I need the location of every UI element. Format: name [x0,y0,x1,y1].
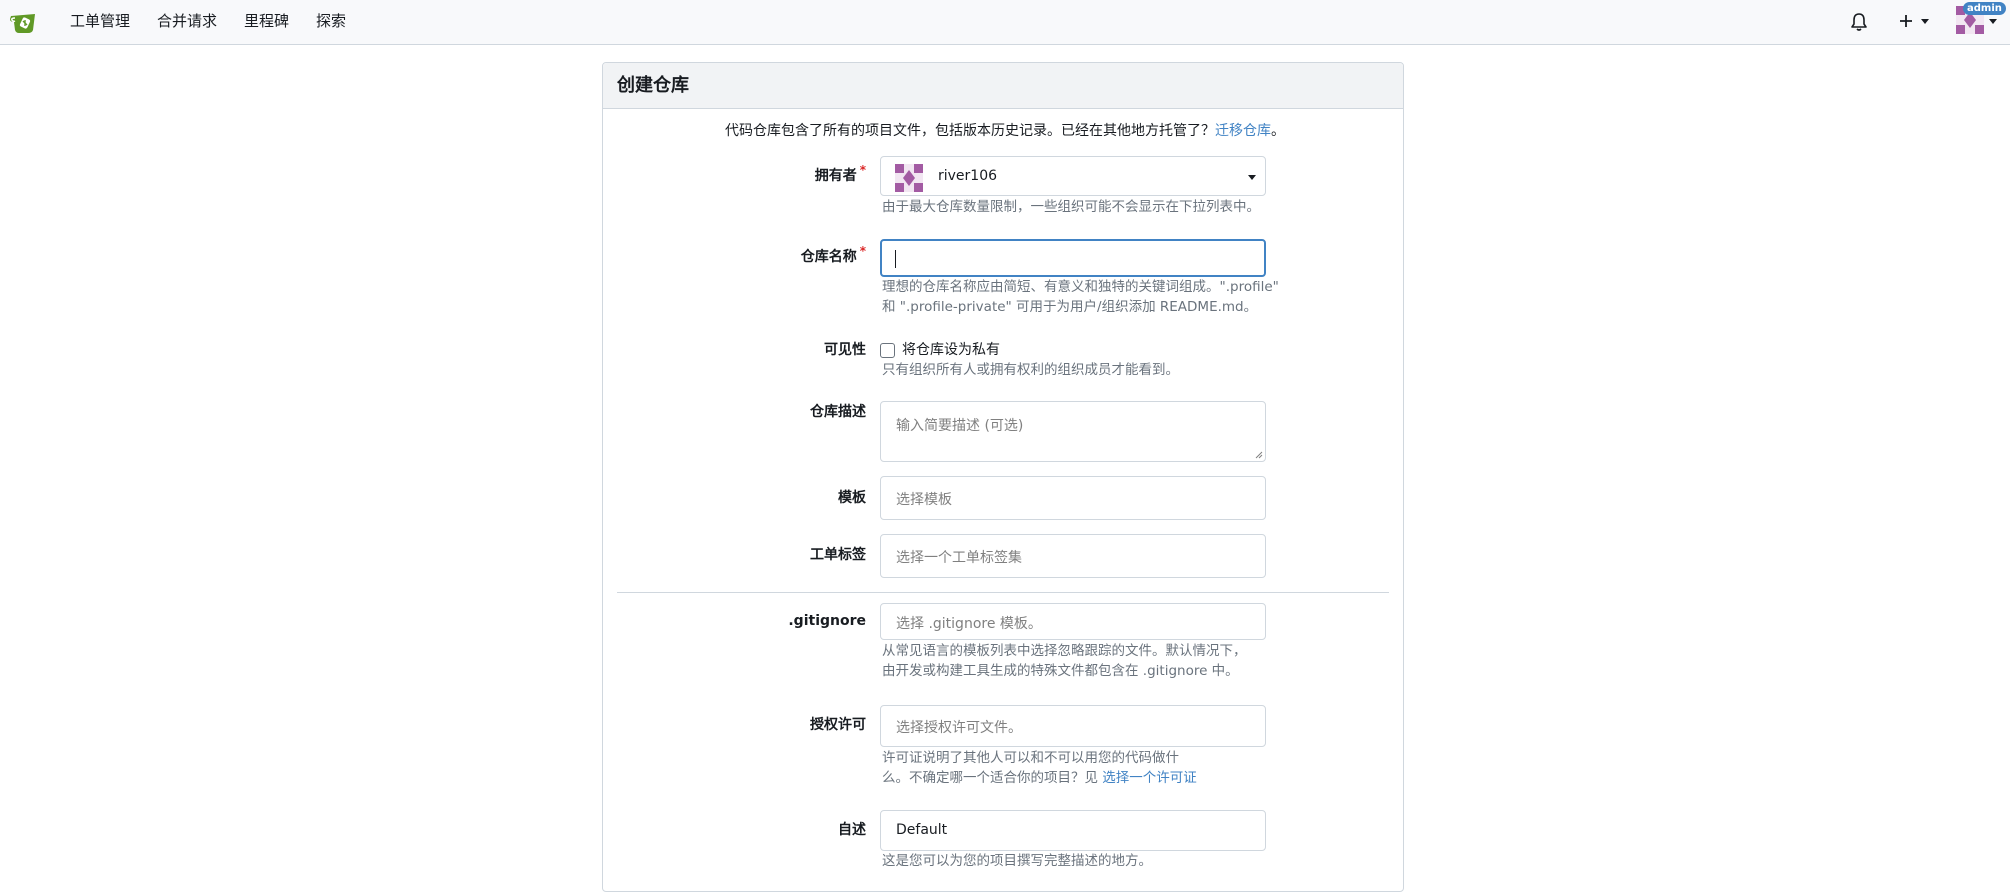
owner-dropdown[interactable]: river106 [880,156,1266,196]
template-dropdown[interactable]: 选择模板 [880,476,1266,520]
readme-value: Default [896,822,948,838]
chevron-down-icon [1248,175,1256,180]
owner-help: 由于最大仓库数量限制，一些组织可能不会显示在下拉列表中。 [882,199,1260,215]
description-textarea[interactable]: 输入简要描述 (可选) [880,401,1266,462]
readme-label: 自述 [838,822,866,838]
choose-license-link[interactable]: 选择一个许可证 [1102,770,1197,786]
plus-icon[interactable] [1898,13,1914,29]
license-dropdown[interactable]: 选择授权许可文件。 [880,705,1266,747]
gitignore-help-line1: 从常见语言的模板列表中选择忽略跟踪的文件。默认情况下， [882,643,1247,659]
gitignore-help-line2: 由开发或构建工具生成的特殊文件都包含在 .gitignore 中。 [882,663,1239,679]
visibility-help: 只有组织所有人或拥有权利的组织成员才能看到。 [882,362,1179,378]
description-placeholder: 输入简要描述 (可选) [896,418,1024,434]
template-placeholder: 选择模板 [896,492,952,508]
description-label: 仓库描述 [810,404,866,420]
owner-label: 拥有者 * [600,163,866,185]
license-help-text: 么。不确定哪一个适合你的项目？见 [882,770,1103,786]
resize-handle-icon[interactable] [1255,451,1263,459]
license-help-line2: 么。不确定哪一个适合你的项目？见 选择一个许可证 [882,768,1302,788]
intro-suffix: 。 [1271,123,1285,139]
license-help-line1: 许可证说明了其他人可以和不可以用您的代码做什 [882,750,1179,766]
gitea-logo-icon[interactable] [8,8,40,38]
nav-issues[interactable]: 工单管理 [70,11,130,31]
repo-name-help-line2: 和 ".profile-private" 可用于为用户/组织添加 README.… [882,299,1258,315]
migrate-repo-link[interactable]: 迁移仓库 [1215,123,1271,139]
issue-labels-placeholder: 选择一个工单标签集 [896,550,1022,566]
top-navbar: 工单管理 合并请求 里程碑 探索 admin [0,0,2010,45]
section-divider [617,592,1389,593]
readme-help: 这是您可以为您的项目撰写完整描述的地方。 [882,853,1152,869]
repo-name-label-text: 仓库名称 [800,249,857,265]
gitignore-label: .gitignore [788,613,866,629]
private-checkbox[interactable] [880,343,895,358]
admin-badge: admin [1963,2,2006,15]
issue-labels-label: 工单标签 [810,547,866,563]
nav-explore[interactable]: 探索 [316,11,346,31]
repo-name-label: 仓库名称 * [600,244,866,266]
license-placeholder: 选择授权许可文件。 [896,720,1022,736]
readme-dropdown[interactable]: Default [880,810,1266,851]
page-title: 创建仓库 [617,75,689,96]
owner-label-text: 拥有者 [814,168,857,184]
repo-name-help-line1: 理想的仓库名称应由简短、有意义和独特的关键词组成。".profile" [882,279,1279,295]
nav-pull-requests[interactable]: 合并请求 [157,11,217,31]
text-cursor [895,250,896,268]
nav-milestones[interactable]: 里程碑 [244,11,289,31]
visibility-label: 可见性 [824,342,866,358]
gitignore-dropdown[interactable]: 选择 .gitignore 模板。 [880,603,1266,640]
owner-avatar [895,164,923,192]
card-header: 创建仓库 [603,63,1403,109]
private-checkbox-label[interactable]: 将仓库设为私有 [902,341,1000,359]
repo-name-input[interactable] [880,239,1266,277]
required-mark: * [859,244,866,258]
issue-labels-dropdown[interactable]: 选择一个工单标签集 [880,534,1266,578]
bell-icon[interactable] [1850,12,1868,32]
required-mark: * [859,163,866,177]
user-menu-chevron-down-icon[interactable] [1989,19,1997,24]
owner-value: river106 [938,168,998,184]
intro-description: 代码仓库包含了所有的项目文件，包括版本历史记录。已经在其他地方托管了？ [725,123,1215,139]
gitignore-placeholder: 选择 .gitignore 模板。 [896,616,1042,632]
plus-menu-chevron-down-icon[interactable] [1921,19,1929,24]
license-label: 授权许可 [810,717,866,733]
template-label: 模板 [838,490,866,506]
intro-text: 代码仓库包含了所有的项目文件，包括版本历史记录。已经在其他地方托管了？迁移仓库。 [0,122,2010,140]
